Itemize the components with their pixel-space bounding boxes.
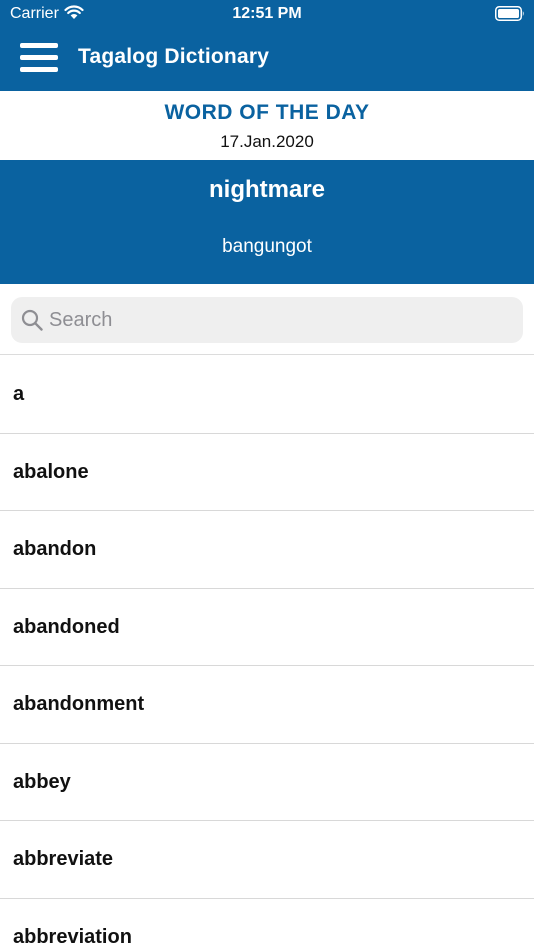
navigation-bar: Tagalog Dictionary [0,28,534,91]
search-icon [21,309,43,331]
word-list-item[interactable]: abandonment [0,666,534,744]
word-list-item[interactable]: abbreviate [0,821,534,899]
hamburger-menu-icon[interactable] [20,41,58,75]
status-time: 12:51 PM [232,5,302,22]
word-label: abandoned [13,615,120,638]
word-of-the-day-date: 17.Jan.2020 [220,132,314,151]
app-title: Tagalog Dictionary [78,45,270,68]
word-label: abalone [13,460,89,483]
word-label: abbey [13,770,71,793]
word-of-the-day-translation: bangungot [222,236,312,257]
word-label: abandonment [13,693,145,715]
word-list-item[interactable]: a [0,356,534,434]
search-input[interactable] [49,303,509,337]
search-field[interactable] [11,297,523,343]
word-list: a abalone abandon abandoned abandonment … [0,356,534,950]
word-list-item[interactable]: abbreviation [0,899,534,950]
word-of-the-day-card[interactable]: nightmare bangungot [0,160,534,284]
word-list-item[interactable]: abandoned [0,589,534,666]
word-of-the-day-title: WORD OF THE DAY [164,101,370,124]
word-list-item[interactable]: abalone [0,434,534,511]
word-label: abbreviation [13,925,132,948]
word-of-the-day-header: WORD OF THE DAY 17.Jan.2020 [0,91,534,160]
app-root: Carrier 12:51 PM Tagalog Dictionary WORD… [0,0,534,950]
word-list-item[interactable]: abandon [0,511,534,589]
word-label: a [13,383,25,405]
word-list-item[interactable]: abbey [0,744,534,821]
status-bar: Carrier 12:51 PM [0,0,534,28]
battery-icon [495,6,524,21]
word-label: abbreviate [13,848,114,870]
top-bar: Carrier 12:51 PM Tagalog Dictionary [0,0,534,91]
search-bar [0,284,534,355]
word-label: abandon [13,538,97,560]
word-of-the-day-word: nightmare [208,176,325,203]
